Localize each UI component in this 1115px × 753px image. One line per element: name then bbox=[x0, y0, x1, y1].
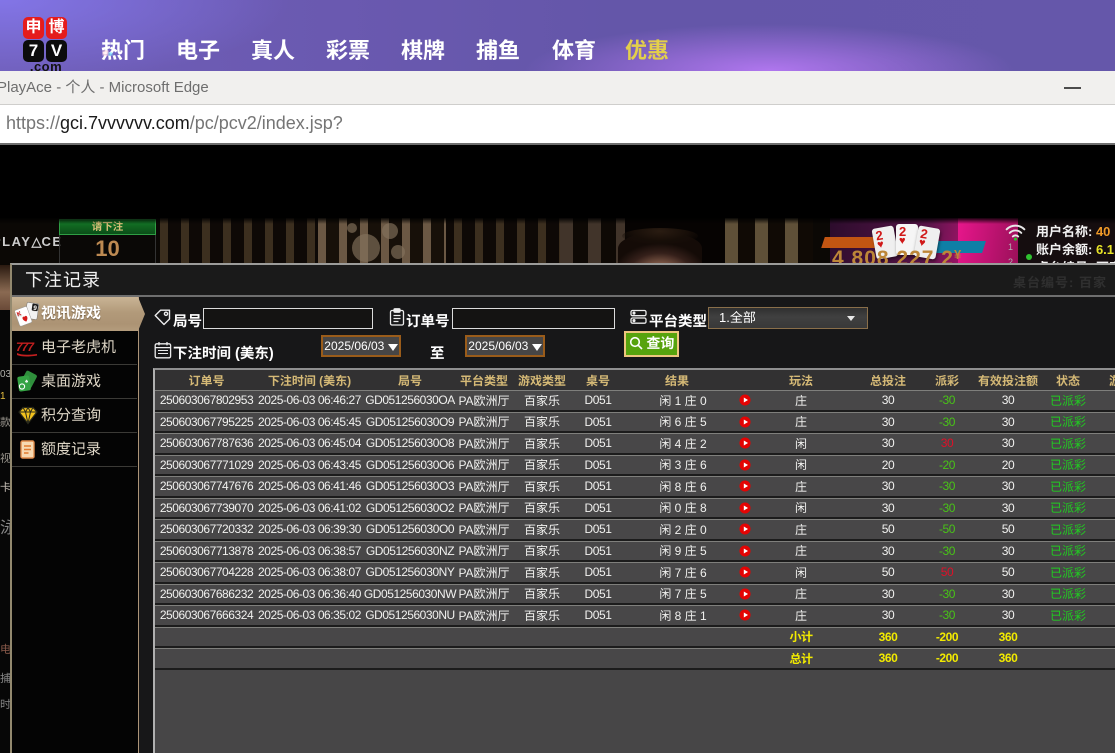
svg-text:777: 777 bbox=[16, 340, 35, 354]
